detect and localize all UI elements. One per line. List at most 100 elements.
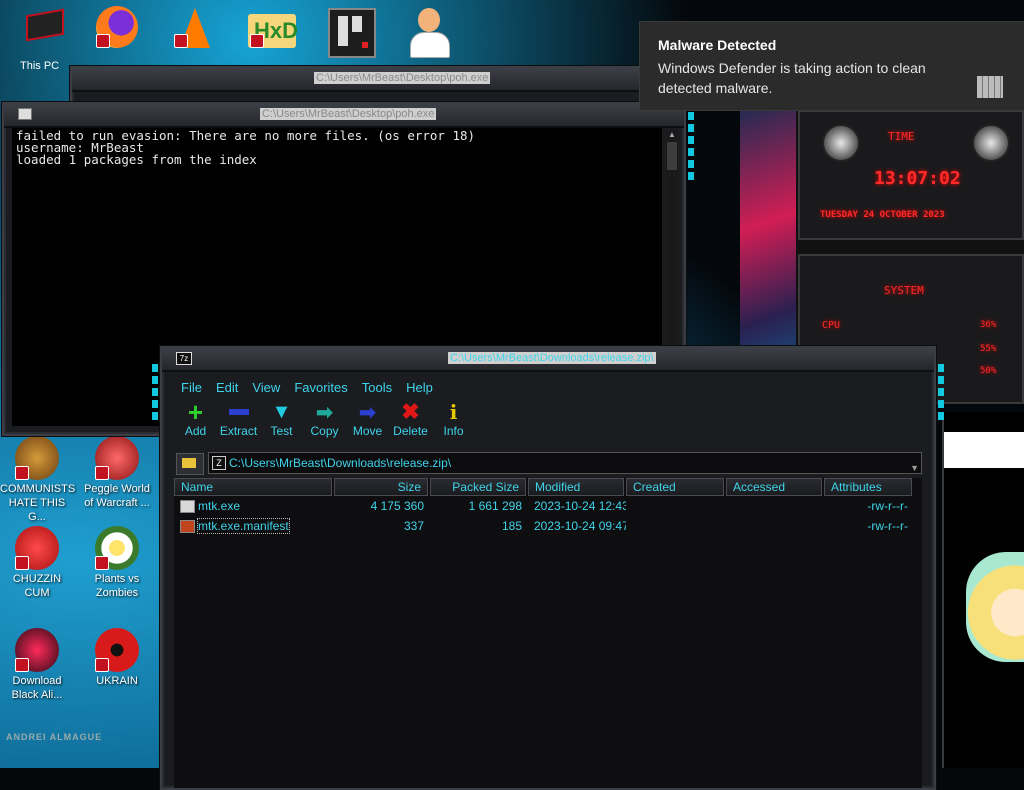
zip-icon: Z	[212, 456, 226, 470]
cpu-label: CPU	[822, 320, 841, 331]
firefox-icon[interactable]	[92, 4, 142, 54]
column-name[interactable]: Name	[174, 478, 332, 496]
info-icon: i	[449, 400, 458, 424]
x-icon: ✖	[401, 399, 420, 424]
folder-up-button[interactable]	[176, 453, 204, 475]
delete-button[interactable]: ✖ Delete	[389, 399, 432, 448]
menu-bar: File Edit View Favorites Tools Help	[174, 378, 922, 398]
hxd-icon[interactable]: HxD	[246, 4, 298, 54]
alien-logo-icon	[822, 124, 860, 162]
desktop-icon-label: CHUZZIN CUM	[12, 573, 62, 599]
sevenzip-window[interactable]: 7z C:\Users\MrBeast\Downloads\release.zi…	[152, 346, 944, 790]
background-window-titlebar[interactable]: C:\Users\MrBeast\Desktop\poh.exe	[72, 68, 642, 92]
column-packed-size[interactable]: Packed Size	[430, 478, 526, 496]
desktop-icon-chuzzin[interactable]: CHUZZIN CUM	[0, 526, 74, 600]
time-label: TIME	[888, 130, 915, 143]
folder-up-icon	[182, 458, 196, 468]
terminal-titlebar[interactable]: C:\Users\MrBeast\Desktop\poh.exe	[4, 104, 684, 128]
exe-file-icon	[180, 500, 195, 514]
file-modified: 2023-10-24 12:43	[534, 499, 626, 513]
desktop-icon-label: Plants vs Zombies	[94, 573, 140, 599]
chevron-down-icon[interactable]: ▼	[910, 458, 919, 478]
table-row[interactable]: mtk.exe 4 175 360 1 661 298 2023-10-24 1…	[174, 497, 922, 516]
column-created[interactable]: Created	[626, 478, 724, 496]
menu-help[interactable]: Help	[399, 378, 440, 398]
test-button[interactable]: ▼ Test	[260, 400, 303, 448]
check-icon: ▼	[271, 400, 292, 423]
toolbar-label: Extract	[219, 424, 258, 438]
ram-percent: 55%	[980, 344, 997, 354]
desktop-icon-ukrain[interactable]: UKRAIN	[80, 628, 154, 688]
date-value: TUESDAY 24 OCTOBER 2023	[820, 210, 945, 220]
frame-accent	[688, 112, 694, 182]
table-row[interactable]: mtk.exe.manifest 337 185 2023-10-24 09:4…	[174, 517, 922, 536]
menu-tools[interactable]: Tools	[355, 378, 399, 398]
flower-icon	[95, 526, 139, 570]
toolbar-label: Delete	[393, 424, 428, 438]
notification-body: Windows Defender is taking action to cle…	[658, 60, 926, 96]
column-modified[interactable]: Modified	[528, 478, 624, 496]
file-size: 337	[403, 519, 424, 533]
desktop-icon-label: COMMUNISTS HATE THIS G...	[0, 483, 76, 523]
sevenzip-title: C:\Users\MrBeast\Downloads\release.zip\	[448, 352, 656, 364]
defender-castle-icon	[977, 76, 1003, 98]
desktop-icon-peggle[interactable]: Peggle World of Warcraft ...	[80, 436, 154, 510]
toolbar-label: Copy	[310, 424, 339, 438]
column-attributes[interactable]: Attributes	[824, 478, 912, 496]
viewer-toolbar	[944, 432, 1024, 468]
extract-button[interactable]: Extract	[217, 400, 260, 448]
scrollbar-thumb[interactable]	[667, 142, 677, 170]
file-created	[626, 517, 726, 536]
frame-accent	[938, 364, 944, 424]
app-icon[interactable]	[326, 4, 376, 58]
money-icon	[15, 436, 59, 480]
address-bar: Z C:\Users\MrBeast\Downloads\release.zip…	[174, 452, 922, 475]
this-pc-label: This PC	[20, 60, 60, 72]
copy-button[interactable]: ➡ Copy	[303, 400, 346, 448]
menu-edit[interactable]: Edit	[209, 378, 245, 398]
malware-notification[interactable]: Malware Detected Windows Defender is tak…	[639, 21, 1024, 111]
scroll-up-icon[interactable]: ▲	[668, 130, 676, 139]
add-button[interactable]: + Add	[174, 396, 217, 448]
menu-favorites[interactable]: Favorites	[287, 378, 354, 398]
user-doctor-icon[interactable]	[404, 4, 454, 58]
file-name: mtk.exe	[198, 499, 241, 513]
radiation-icon	[95, 628, 139, 672]
arrow-right-icon: ➡	[316, 401, 333, 424]
file-list[interactable]: Name Size Packed Size Modified Created A…	[174, 478, 922, 788]
sevenzip-icon: 7z	[176, 352, 192, 365]
toolbar-label: Info	[443, 424, 464, 438]
file-attributes: -rw-r--r-	[867, 499, 908, 513]
file-size: 4 175 360	[370, 499, 424, 513]
column-accessed[interactable]: Accessed	[726, 478, 822, 496]
menu-file[interactable]: File	[174, 378, 209, 398]
alien-icon	[15, 628, 59, 672]
desktop-icon-label: UKRAIN	[96, 675, 138, 687]
plus-icon: +	[187, 396, 204, 427]
minus-icon	[217, 400, 260, 424]
file-accessed	[726, 517, 824, 536]
toolbar-label: Move	[352, 424, 383, 438]
file-modified: 2023-10-24 09:47	[534, 519, 626, 533]
this-pc-icon[interactable]: This PC	[18, 4, 68, 72]
desktop-icon-communists[interactable]: COMMUNISTS HATE THIS G...	[0, 436, 76, 524]
path-field[interactable]: Z C:\Users\MrBeast\Downloads\release.zip…	[208, 452, 922, 474]
info-button[interactable]: i Info	[432, 400, 475, 448]
vlc-icon[interactable]	[170, 4, 220, 54]
desktop-icon-black-ali[interactable]: Download Black Ali...	[0, 628, 74, 702]
background-window-title: C:\Users\MrBeast\Desktop\poh.exe	[314, 72, 491, 84]
desktop-icon-pvz[interactable]: Plants vs Zombies	[80, 526, 154, 600]
file-accessed	[726, 497, 824, 516]
time-value: 13:07:02	[874, 168, 961, 189]
terminal-title: C:\Users\MrBeast\Desktop\poh.exe	[260, 108, 437, 120]
peggle-icon	[95, 436, 139, 480]
move-button[interactable]: ➡ Move	[346, 400, 389, 448]
sevenzip-titlebar[interactable]: 7z C:\Users\MrBeast\Downloads\release.zi…	[162, 348, 934, 372]
menu-view[interactable]: View	[245, 378, 287, 398]
alien-logo-icon	[972, 124, 1010, 162]
column-size[interactable]: Size	[334, 478, 428, 496]
desktop-icon-label: Peggle World of Warcraft ...	[84, 483, 150, 509]
toolbar-label: Add	[184, 424, 207, 438]
console-icon	[18, 108, 32, 120]
toolbar-label: Test	[270, 424, 293, 438]
